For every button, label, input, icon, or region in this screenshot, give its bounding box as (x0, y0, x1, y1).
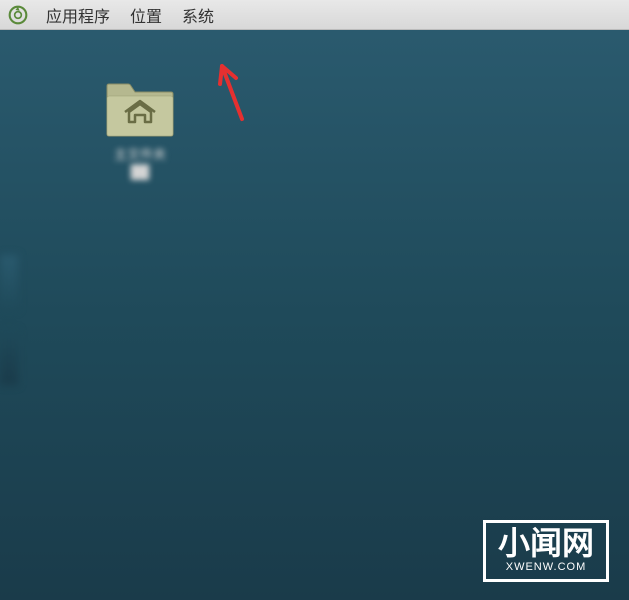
folder-home-icon (105, 80, 175, 138)
system-logo-icon (8, 5, 28, 25)
annotation-arrow (212, 64, 252, 129)
menu-places[interactable]: 位置 (122, 1, 170, 29)
menu-applications[interactable]: 应用程序 (38, 1, 118, 29)
watermark-text: 小闻网 (498, 527, 594, 559)
home-folder-label2: ██ (131, 164, 149, 179)
watermark-url: XWENW.COM (498, 561, 594, 573)
desktop-area[interactable]: 主文件夹 ██ 小闻网 XWENW.COM (0, 30, 629, 600)
obscured-icon-2 (0, 330, 18, 385)
home-folder-label: 主文件夹 (114, 146, 166, 164)
home-folder-icon[interactable]: 主文件夹 ██ (80, 80, 200, 179)
obscured-icon-1 (0, 255, 18, 310)
menu-bar: 应用程序 位置 系统 (0, 0, 629, 30)
watermark-badge: 小闻网 XWENW.COM (483, 520, 609, 582)
menu-system[interactable]: 系统 (174, 1, 222, 29)
